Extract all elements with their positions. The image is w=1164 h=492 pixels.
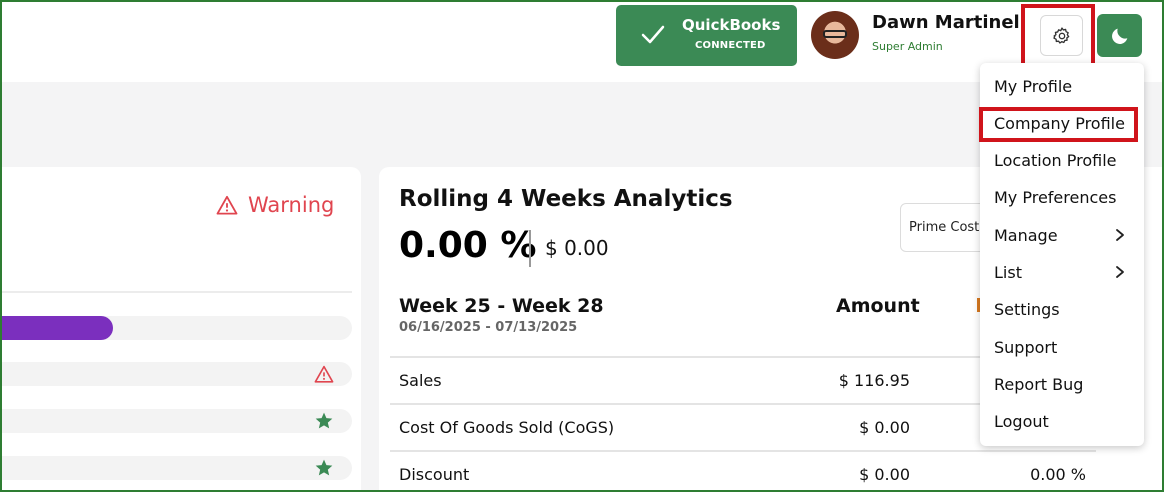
- analytics-amount: $ 0.00: [545, 236, 609, 260]
- user-name[interactable]: Dawn Martinello: [872, 12, 1020, 33]
- quickbooks-status: CONNECTED: [695, 40, 766, 51]
- table-row-label: Discount: [399, 465, 470, 484]
- menu-item-support[interactable]: Support: [994, 338, 1057, 357]
- divider: [0, 291, 352, 293]
- amount-header: Amount: [836, 295, 920, 317]
- settings-highlight-box: [1021, 4, 1095, 72]
- menu-item-list[interactable]: List: [994, 263, 1022, 282]
- warning-icon: [314, 365, 334, 383]
- table-row-percent: 0.00 %: [1030, 465, 1086, 484]
- analytics-title: Rolling 4 Weeks Analytics: [399, 186, 733, 212]
- quickbooks-title: QuickBooks: [682, 16, 781, 34]
- user-role: Super Admin: [872, 40, 943, 53]
- menu-item-manage[interactable]: Manage: [994, 226, 1058, 245]
- divider: [390, 450, 1096, 452]
- quickbooks-connected-button[interactable]: QuickBooks CONNECTED: [616, 5, 797, 66]
- check-icon: [641, 25, 665, 44]
- analytics-percent: 0.00 %: [399, 225, 537, 266]
- menu-item-my-profile[interactable]: My Profile: [994, 77, 1072, 96]
- avatar[interactable]: [811, 11, 859, 59]
- list-item: [0, 362, 352, 386]
- chevron-right-icon: [1116, 229, 1124, 241]
- list-item: [0, 456, 352, 480]
- progress-fill: [0, 316, 113, 340]
- warning-label: Warning: [248, 193, 335, 217]
- moon-icon: [1111, 28, 1127, 44]
- warning-indicator: Warning: [216, 193, 334, 217]
- menu-item-logout[interactable]: Logout: [994, 412, 1049, 431]
- table-row-label: Cost Of Goods Sold (CoGS): [399, 418, 615, 437]
- list-item: [0, 409, 352, 433]
- star-icon: [315, 459, 333, 476]
- table-row-amount: $ 0.00: [859, 465, 910, 484]
- menu-item-my-preferences[interactable]: My Preferences: [994, 188, 1116, 207]
- menu-item-location-profile[interactable]: Location Profile: [994, 151, 1117, 170]
- table-row-amount: $ 0.00: [859, 418, 910, 437]
- menu-item-settings[interactable]: Settings: [994, 300, 1060, 319]
- theme-toggle-button[interactable]: [1097, 14, 1142, 57]
- divider: [529, 230, 531, 267]
- period-dates: 06/16/2025 - 07/13/2025: [399, 320, 578, 335]
- table-row-amount: $ 116.95: [838, 371, 910, 390]
- chevron-right-icon: [1116, 266, 1124, 278]
- menu-item-report-bug[interactable]: Report Bug: [994, 375, 1083, 394]
- filter-value: Prime Cost: [909, 220, 980, 235]
- warning-icon: [216, 195, 238, 215]
- period-title: Week 25 - Week 28: [399, 295, 604, 317]
- company-profile-highlight-box: [979, 107, 1138, 142]
- star-icon: [315, 412, 333, 429]
- table-row-label: Sales: [399, 371, 442, 390]
